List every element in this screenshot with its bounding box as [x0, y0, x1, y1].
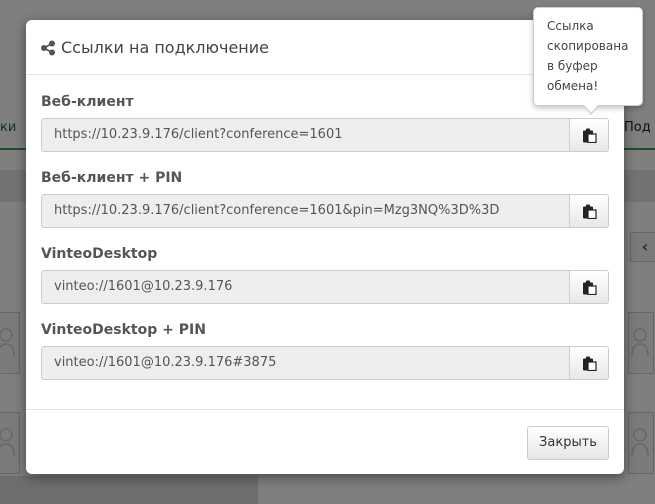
- tooltip-line: в буфер: [547, 59, 598, 73]
- clipboard-icon: [583, 280, 597, 295]
- web-client-pin-label: Веб-клиент + PIN: [41, 170, 183, 186]
- web-client-pin-link-group: https://10.23.9.176/client?conference=16…: [41, 194, 609, 228]
- clipboard-icon: [583, 204, 597, 219]
- share-icon: [41, 40, 55, 56]
- vinteo-desktop-pin-link-field[interactable]: vinteo://1601@10.23.9.176#3875: [41, 346, 571, 380]
- vinteo-desktop-link-field[interactable]: vinteo://1601@10.23.9.176: [41, 270, 571, 304]
- close-button[interactable]: Закрыть: [527, 426, 609, 460]
- web-client-label: Веб-клиент: [41, 94, 134, 110]
- tooltip-arrow-fill: [583, 104, 599, 113]
- copied-tooltip: Ссылка скопирована в буфер обмена!: [533, 7, 643, 115]
- vinteo-desktop-pin-link-group: vinteo://1601@10.23.9.176#3875: [41, 346, 609, 380]
- vinteo-desktop-pin-label: VinteoDesktop + PIN: [41, 322, 206, 338]
- tooltip-line: скопирована: [547, 39, 629, 53]
- web-client-link-field[interactable]: https://10.23.9.176/client?conference=16…: [41, 118, 571, 152]
- dialog-footer: Закрыть: [26, 409, 624, 474]
- web-client-link-group: https://10.23.9.176/client?conference=16…: [41, 118, 609, 152]
- vinteo-desktop-label: VinteoDesktop: [41, 246, 158, 262]
- copy-vinteo-desktop-pin-button[interactable]: [569, 346, 609, 380]
- copy-web-client-button[interactable]: [569, 118, 609, 152]
- tooltip-line: обмена!: [547, 79, 599, 93]
- vinteo-desktop-link-group: vinteo://1601@10.23.9.176: [41, 270, 609, 304]
- tooltip-line: Ссылка: [547, 19, 594, 33]
- copy-web-client-pin-button[interactable]: [569, 194, 609, 228]
- clipboard-icon: [583, 128, 597, 143]
- web-client-pin-link-field[interactable]: https://10.23.9.176/client?conference=16…: [41, 194, 571, 228]
- dialog-title: Ссылки на подключение: [61, 38, 269, 57]
- tooltip-text: Ссылка скопирована в буфер обмена!: [547, 16, 637, 96]
- clipboard-icon: [583, 356, 597, 371]
- copy-vinteo-desktop-button[interactable]: [569, 270, 609, 304]
